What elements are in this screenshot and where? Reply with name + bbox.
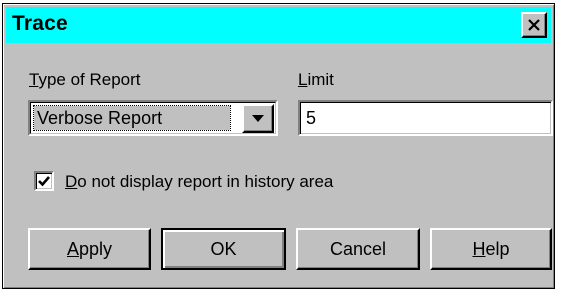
report-type-dropdown[interactable]: Verbose Report <box>28 100 278 136</box>
hide-history-checkbox[interactable] <box>34 171 54 191</box>
help-button[interactable]: Help <box>430 228 552 270</box>
checkmark-icon <box>38 176 50 187</box>
report-type-label-rest: ype of Report <box>38 70 141 89</box>
apply-button[interactable]: Apply <box>28 228 151 270</box>
dropdown-arrow-button[interactable] <box>242 104 274 133</box>
apply-label-rest: pply <box>78 239 113 259</box>
close-button[interactable] <box>521 12 547 38</box>
trace-dialog: Trace Type of Report Verbose Report Limi… <box>2 3 555 289</box>
report-type-label: Type of Report <box>29 70 141 90</box>
hide-history-label-rest: o not display report in history area <box>77 172 334 191</box>
report-type-selected-value: Verbose Report <box>33 105 231 131</box>
chevron-down-icon <box>252 115 264 122</box>
apply-hotkey: A <box>66 239 79 259</box>
limit-label: Limit <box>298 70 334 90</box>
hide-history-hotkey: D <box>65 172 78 191</box>
ok-button[interactable]: OK <box>161 228 286 270</box>
limit-label-rest: imit <box>307 70 334 89</box>
limit-value: 5 <box>306 108 317 128</box>
dialog-title: Trace <box>12 12 68 35</box>
cancel-label: Cancel <box>329 239 387 259</box>
limit-input[interactable]: 5 <box>298 100 553 136</box>
cancel-button[interactable]: Cancel <box>296 228 420 270</box>
hide-history-label[interactable]: Do not display report in history area <box>65 172 333 192</box>
help-label-rest: elp <box>485 239 510 259</box>
close-icon <box>528 19 540 31</box>
ok-label: OK <box>210 239 237 259</box>
report-type-dropdown-field: Verbose Report <box>30 102 276 134</box>
title-bar[interactable]: Trace <box>6 7 551 43</box>
help-hotkey: H <box>472 239 486 259</box>
